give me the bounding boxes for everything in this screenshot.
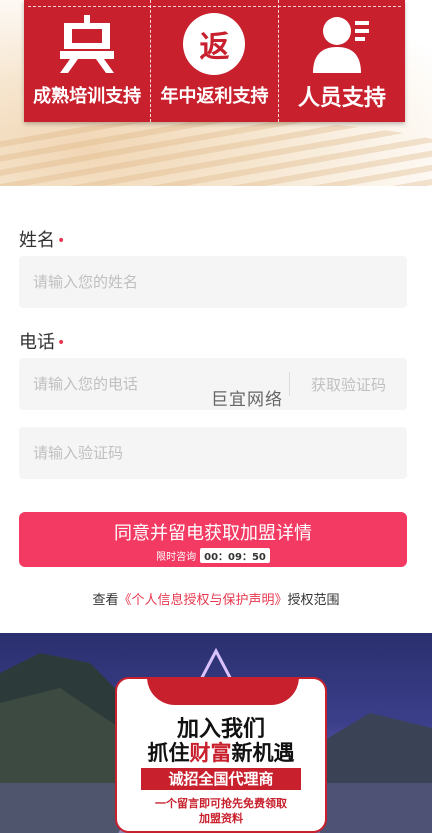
watermark: 巨宜网络 — [211, 390, 283, 410]
support-item-personnel: 人员支持 — [277, 0, 405, 122]
submit-label: 同意并留电获取加盟详情 — [114, 523, 312, 544]
countdown: 限时咨询 00：09：50 — [19, 548, 407, 563]
code-input[interactable] — [19, 427, 407, 479]
promo-ribbon: 诚招全国代理商 — [141, 768, 301, 790]
submit-button[interactable]: 同意并留电获取加盟详情 限时咨询 00：09：50 — [19, 512, 407, 567]
required-mark: • — [57, 335, 66, 351]
phone-label: 电话 • — [19, 332, 66, 353]
promo-subtitle: 抓住财富新机遇 — [147, 740, 295, 765]
rebate-icon: 返 — [183, 13, 246, 75]
privacy-policy-link[interactable]: 《个人信息授权与保护声明》 — [118, 593, 287, 608]
name-input[interactable] — [19, 256, 407, 308]
promo-line: 一个留言即可抢先免费领取 — [155, 797, 287, 810]
training-icon — [54, 12, 120, 76]
name-label: 姓名 • — [19, 230, 66, 251]
policy-text: 查看《个人信息授权与保护声明》授权范围 — [92, 593, 340, 608]
countdown-timer: 00：09：50 — [200, 548, 270, 563]
promo-banner: 加入我们 抓住财富新机遇 诚招全国代理商 一个留言即可抢先免费领取 加盟资料 — [0, 633, 432, 833]
get-code-button[interactable]: 获取验证码 — [290, 358, 407, 410]
support-label-rebate: 年中返利支持 — [160, 86, 269, 107]
limited-label: 限时咨询 — [156, 552, 197, 563]
support-panel: 成熟培训支持 返 年中返利支持 人员支持 — [24, 0, 405, 122]
support-banner: 成熟培训支持 返 年中返利支持 人员支持 — [0, 0, 432, 186]
support-label-training: 成熟培训支持 — [33, 86, 142, 107]
promo-line: 加盟资料 — [199, 812, 243, 825]
support-item-training: 成熟培训支持 — [24, 0, 150, 122]
required-mark: • — [57, 233, 66, 249]
support-item-rebate: 返 年中返利支持 — [150, 0, 277, 122]
support-label-personnel: 人员支持 — [297, 86, 386, 111]
person-icon — [309, 12, 375, 76]
promo-card: 加入我们 抓住财富新机遇 诚招全国代理商 一个留言即可抢先免费领取 加盟资料 — [115, 677, 327, 833]
